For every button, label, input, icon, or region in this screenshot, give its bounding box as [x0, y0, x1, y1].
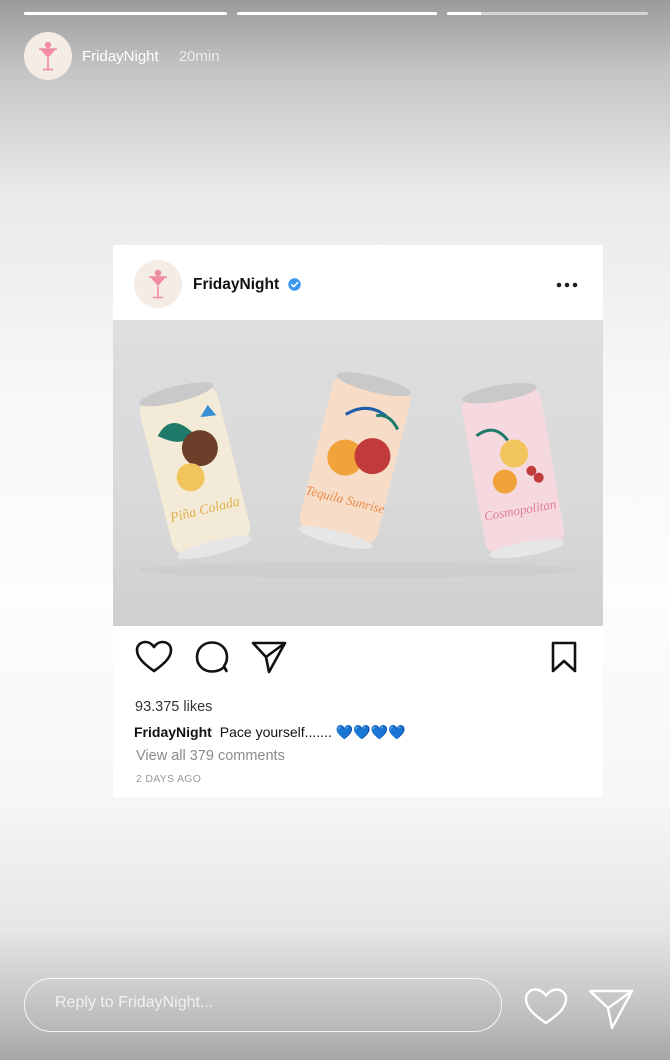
likes-count[interactable]: 93.375 likes [135, 699, 212, 715]
story-timestamp: 20min [178, 47, 220, 65]
heart-icon[interactable] [135, 640, 173, 674]
story-username[interactable]: FridayNight [82, 48, 159, 65]
more-icon[interactable] [556, 282, 578, 288]
progress-segment [447, 12, 648, 15]
progress-segment [236, 12, 438, 15]
can-tequila-sunrise: Tequila Sunrise [298, 372, 411, 550]
caption: FridayNight Pace yourself....... 💙💙💙💙 [134, 724, 405, 741]
post-actions [113, 640, 603, 676]
post-image[interactable]: Piña Colada Tequila Sunrise Cosmopolitan [113, 320, 603, 626]
caption-text: Pace yourself....... 💙💙💙💙 [219, 724, 406, 740]
bookmark-icon[interactable] [550, 640, 578, 674]
progress-segment [24, 12, 227, 15]
can-cosmopolitan: Cosmopolitan [461, 382, 565, 559]
share-icon[interactable] [250, 640, 288, 674]
post-header: FridayNight [113, 245, 603, 320]
avatar[interactable] [134, 260, 182, 308]
verified-icon [288, 278, 301, 291]
reply-field[interactable] [24, 978, 502, 1032]
send-icon[interactable] [588, 988, 634, 1030]
reply-input[interactable] [53, 993, 477, 1013]
view-comments-link[interactable]: View all 379 comments [136, 748, 285, 764]
story-header: FridayNight 20min [24, 32, 220, 80]
story-progress [24, 12, 648, 15]
post-timestamp: 2 DAYS AGO [136, 773, 202, 785]
comment-icon[interactable] [194, 640, 230, 674]
post-username[interactable]: FridayNight [193, 276, 279, 294]
post-card: FridayNight Piña Colada Tequila Sunrise … [113, 245, 603, 797]
can-pina-colada: Piña Colada [139, 382, 252, 560]
heart-icon[interactable] [524, 987, 568, 1027]
avatar[interactable] [24, 32, 72, 80]
cocktail-icon [149, 269, 167, 299]
cocktail-icon [39, 41, 57, 71]
caption-username[interactable]: FridayNight [134, 724, 212, 740]
